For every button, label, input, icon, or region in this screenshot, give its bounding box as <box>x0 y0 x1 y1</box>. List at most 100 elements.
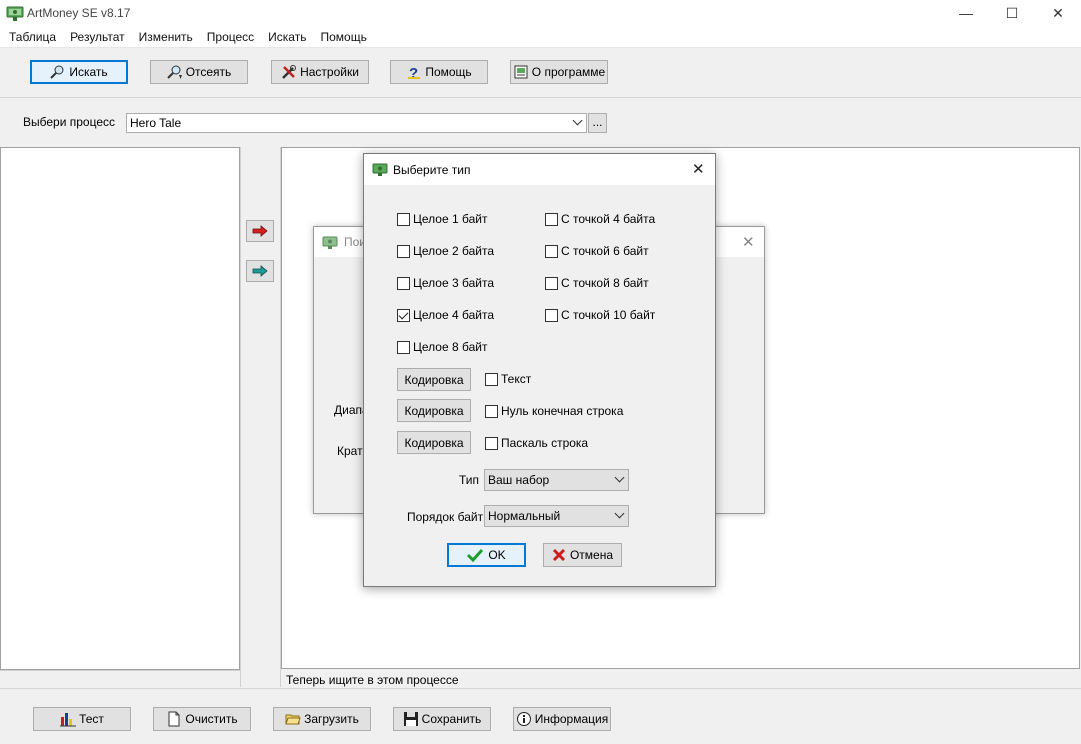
load-button-label: Загрузить <box>304 712 359 726</box>
arrow-right-teal-icon <box>252 265 268 277</box>
int4-label: Целое 4 байта <box>413 308 494 322</box>
checkbox-box[interactable] <box>545 244 558 258</box>
toolbar: Искать Отсеять Настройки ? Помощь О прог… <box>0 48 1081 98</box>
type-select[interactable]: Ваш набор <box>484 469 629 491</box>
search-button[interactable]: Искать <box>30 60 128 84</box>
tools-icon <box>282 65 297 79</box>
info-button[interactable]: Информация <box>513 707 611 731</box>
minimize-button[interactable]: — <box>943 0 989 26</box>
close-icon[interactable]: ✕ <box>742 233 755 251</box>
checkbox-box[interactable] <box>545 212 558 226</box>
clear-button[interactable]: Очистить <box>153 707 251 731</box>
window-title: ArtMoney SE v8.17 <box>27 6 131 20</box>
chevron-down-icon <box>572 115 583 126</box>
int8-checkbox[interactable]: Целое 8 байт <box>397 340 487 354</box>
filter-button[interactable]: Отсеять <box>150 60 248 84</box>
settings-button-label: Настройки <box>300 65 359 79</box>
float6-checkbox[interactable]: С точкой 6 байт <box>545 244 649 258</box>
checkbox-box[interactable] <box>397 276 410 290</box>
float4-checkbox[interactable]: С точкой 4 байта <box>545 212 655 226</box>
floppy-disk-icon <box>403 712 418 726</box>
int8-label: Целое 8 байт <box>413 340 488 354</box>
title-bar: ArtMoney SE v8.17 — ☐ ✕ <box>0 0 1081 26</box>
process-browse-button[interactable]: ... <box>588 113 607 133</box>
menu-search[interactable]: Искать <box>261 26 313 48</box>
magnifier-filter-icon <box>166 65 182 79</box>
multiple-label-fragment: Крат <box>337 444 363 458</box>
load-button[interactable]: Загрузить <box>273 707 371 731</box>
move-left-button[interactable] <box>246 260 274 282</box>
close-button[interactable]: ✕ <box>1035 0 1081 26</box>
encoding-button-nullstring[interactable]: Кодировка <box>397 399 471 422</box>
test-button[interactable]: Тест <box>33 707 131 731</box>
select-type-title: Выберите тип <box>393 163 471 177</box>
status-message: Теперь ищите в этом процессе <box>286 673 459 687</box>
ok-button[interactable]: OK <box>447 543 526 567</box>
checkbox-box-checked[interactable] <box>397 308 410 322</box>
question-icon: ? <box>408 65 421 80</box>
found-list-pane[interactable] <box>0 147 240 670</box>
int3-label: Целое 3 байта <box>413 276 494 290</box>
type-label: Тип <box>459 473 480 487</box>
chevron-down-icon <box>614 508 625 519</box>
byte-order-label: Порядок байт <box>407 510 484 524</box>
menu-help[interactable]: Помощь <box>313 26 373 48</box>
cancel-button[interactable]: Отмена <box>543 543 622 567</box>
settings-button[interactable]: Настройки <box>271 60 369 84</box>
float10-label: С точкой 10 байт <box>561 308 656 322</box>
checkbox-box[interactable] <box>397 244 410 258</box>
help-button[interactable]: ? Помощь <box>390 60 488 84</box>
checkbox-box[interactable] <box>485 436 498 450</box>
green-check-icon <box>467 548 484 562</box>
menu-table[interactable]: Таблица <box>2 26 63 48</box>
artmoney-dialog-icon <box>322 236 338 249</box>
info-icon <box>516 712 531 726</box>
menu-process[interactable]: Процесс <box>200 26 261 48</box>
encoding-button-text[interactable]: Кодировка <box>397 368 471 391</box>
about-button[interactable]: О программе <box>510 60 608 84</box>
nullstring-checkbox[interactable]: Нуль конечная строка <box>485 404 623 418</box>
float10-checkbox[interactable]: С точкой 10 байт <box>545 308 655 322</box>
int1-label: Целое 1 байт <box>413 212 488 226</box>
int2-checkbox[interactable]: Целое 2 байта <box>397 244 494 258</box>
menu-bar: Таблица Результат Изменить Процесс Искат… <box>0 26 1081 48</box>
int1-checkbox[interactable]: Целое 1 байт <box>397 212 487 226</box>
red-x-icon <box>552 548 566 562</box>
checkbox-box[interactable] <box>545 276 558 290</box>
encoding-button-pascal[interactable]: Кодировка <box>397 431 471 454</box>
float8-checkbox[interactable]: С точкой 8 байт <box>545 276 649 290</box>
magnifier-icon <box>50 65 64 79</box>
open-folder-icon <box>285 714 301 725</box>
menu-result[interactable]: Результат <box>63 26 132 48</box>
checkbox-box[interactable] <box>485 404 498 418</box>
chevron-down-icon <box>614 472 625 483</box>
search-button-label: Искать <box>69 65 108 79</box>
maximize-button[interactable]: ☐ <box>989 0 1035 26</box>
close-icon[interactable]: ✕ <box>692 160 705 178</box>
pascalstring-checkbox[interactable]: Паскаль строка <box>485 436 588 450</box>
process-label: Выбери процесс <box>23 115 116 129</box>
info-button-label: Информация <box>534 712 609 726</box>
process-select[interactable]: Hero Tale <box>126 113 587 133</box>
move-right-button[interactable] <box>246 220 274 242</box>
int4-checkbox[interactable]: Целое 4 байта <box>397 308 494 322</box>
int3-checkbox[interactable]: Целое 3 байта <box>397 276 494 290</box>
text-checkbox[interactable]: Текст <box>485 372 531 386</box>
save-button[interactable]: Сохранить <box>393 707 491 731</box>
type-select-value: Ваш набор <box>488 473 550 487</box>
cancel-button-label: Отмена <box>569 548 614 562</box>
byte-order-select[interactable]: Нормальный <box>484 505 629 527</box>
checkbox-box[interactable] <box>397 212 410 226</box>
test-button-label: Тест <box>79 712 104 726</box>
nullstring-label: Нуль конечная строка <box>501 404 624 418</box>
artmoney-dialog-icon <box>372 163 388 176</box>
float8-label: С точкой 8 байт <box>561 276 649 290</box>
process-row: Выбери процесс Hero Tale ... <box>0 99 1081 146</box>
minimize-icon: — <box>959 5 973 21</box>
pascalstring-label: Паскаль строка <box>501 436 589 450</box>
ok-button-label: OK <box>488 548 506 562</box>
checkbox-box[interactable] <box>485 372 498 386</box>
checkbox-box[interactable] <box>545 308 558 322</box>
checkbox-box[interactable] <box>397 340 410 354</box>
menu-edit[interactable]: Изменить <box>132 26 200 48</box>
